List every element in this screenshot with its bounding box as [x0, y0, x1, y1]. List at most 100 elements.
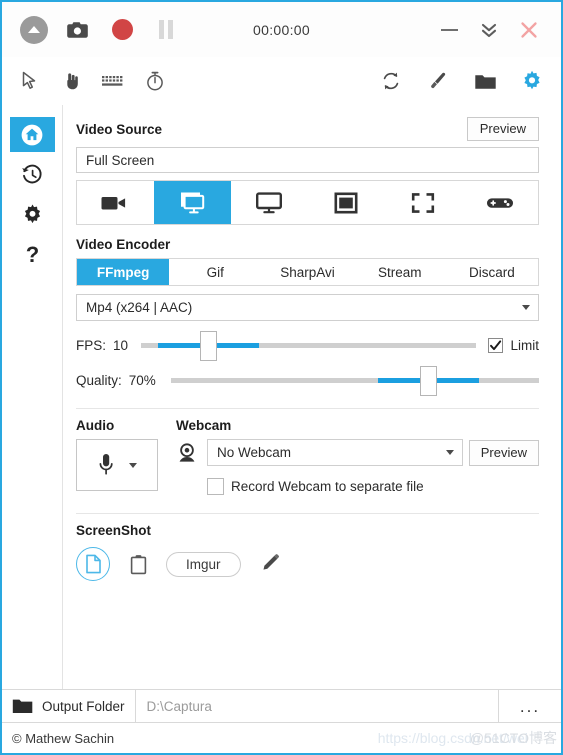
- chevron-down-icon: [445, 450, 454, 455]
- pause-button[interactable]: [144, 10, 188, 50]
- quality-slider-thumb[interactable]: [419, 365, 437, 396]
- window-icon: [334, 191, 358, 213]
- video-source-mode-bar: [76, 180, 539, 225]
- webcam-separate-file-checkbox[interactable]: [207, 478, 224, 495]
- refresh-arrows-icon: [383, 72, 399, 90]
- encoder-tab-discard[interactable]: Discard: [446, 259, 538, 285]
- main-toolbar: [2, 57, 561, 105]
- cursor-icon[interactable]: [16, 68, 42, 94]
- watermark: https://blog.csdn.net/wei@51CTO博客: [378, 728, 557, 748]
- record-dot-icon: [111, 19, 133, 40]
- chevron-up-circle-icon: [20, 15, 48, 44]
- keystrokes-icon[interactable]: [100, 68, 126, 94]
- webcam-separate-file-row: Record Webcam to separate file: [207, 478, 539, 495]
- encoder-tab-sharpavi[interactable]: SharpAvi: [261, 259, 353, 285]
- region-crop-icon: [411, 192, 434, 213]
- quality-row: Quality: 70%: [76, 365, 539, 396]
- screenshot-imgur-button[interactable]: Imgur: [166, 551, 241, 577]
- gear-icon[interactable]: [519, 68, 545, 94]
- fps-slider[interactable]: [141, 330, 477, 361]
- fps-slider-thumb[interactable]: [199, 330, 217, 361]
- close-button[interactable]: [509, 10, 549, 50]
- folder-icon[interactable]: [472, 68, 498, 94]
- video-source-value[interactable]: Full Screen: [76, 147, 539, 173]
- pause-icon: [159, 20, 173, 39]
- video-encoder-tabs: FFmpeg Gif SharpAvi Stream Discard: [76, 258, 539, 286]
- source-mode-region[interactable]: [384, 181, 461, 224]
- source-mode-video-device[interactable]: [77, 181, 154, 224]
- sidebar-item-about[interactable]: ?: [10, 237, 55, 272]
- webcam-preview-button[interactable]: Preview: [468, 439, 539, 466]
- minimize-to-tray-button[interactable]: [469, 10, 509, 50]
- encoder-tab-stream[interactable]: Stream: [354, 259, 446, 285]
- double-chevron-down-icon: [481, 23, 497, 37]
- folder-icon: [12, 699, 33, 713]
- fps-value: 10: [113, 338, 129, 353]
- minimize-button[interactable]: [429, 10, 469, 50]
- source-mode-desktop-duplication[interactable]: [153, 181, 231, 224]
- output-folder-button[interactable]: Output Folder: [2, 690, 136, 722]
- record-button[interactable]: [100, 10, 144, 50]
- divider-screenshot: [76, 513, 539, 514]
- title-bar-actions: [2, 10, 188, 50]
- close-icon: [521, 21, 537, 38]
- webcam-select-row: No Webcam Preview: [176, 439, 539, 466]
- output-folder-label: Output Folder: [42, 698, 125, 714]
- sidebar-item-settings[interactable]: [10, 197, 55, 232]
- webcam-select[interactable]: No Webcam: [207, 439, 463, 466]
- toolbar-left-group: [2, 68, 168, 94]
- timer-icon[interactable]: [142, 68, 168, 94]
- camera-icon: [67, 21, 88, 38]
- output-folder-bar: Output Folder D:\Captura ...: [2, 689, 561, 723]
- collapse-button[interactable]: [12, 10, 56, 50]
- paint-brush-icon: [431, 72, 446, 89]
- webcam-section: Webcam No Webcam Preview Record Webcam t…: [176, 418, 539, 495]
- refresh-icon[interactable]: [378, 68, 404, 94]
- keyboard-icon: [102, 76, 123, 86]
- sidebar-item-home[interactable]: [9, 117, 55, 152]
- video-source-header: Video Source Preview: [76, 117, 539, 141]
- file-icon: [85, 554, 101, 574]
- video-encoder-title: Video Encoder: [76, 237, 171, 252]
- quality-value: 70%: [128, 373, 156, 388]
- status-bar: © Mathew Sachin https://blog.csdn.net/we…: [2, 723, 561, 753]
- fps-limit-label: Limit: [510, 338, 539, 353]
- fps-limit-checkbox[interactable]: [488, 338, 504, 353]
- video-encoder-header: Video Encoder: [76, 237, 539, 252]
- source-mode-game[interactable]: [461, 181, 538, 224]
- home-icon: [21, 124, 43, 145]
- encoder-format-select[interactable]: Mp4 (x264 | AAC): [76, 294, 539, 321]
- audio-webcam-area: Audio Webcam No Webcam Preview Record We…: [76, 418, 539, 495]
- screenshot-edit-button[interactable]: [255, 550, 283, 578]
- chevron-down-icon: [128, 462, 137, 468]
- title-bar: 00:00:00: [2, 2, 561, 57]
- output-folder-path[interactable]: D:\Captura: [136, 690, 498, 722]
- pencil-icon: [263, 554, 279, 570]
- screenshot-button[interactable]: [56, 10, 100, 50]
- microphone-icon: [99, 454, 113, 475]
- video-source-preview-button[interactable]: Preview: [466, 117, 539, 141]
- settings-gear-icon: [524, 70, 540, 90]
- screenshot-copy-to-clipboard-button[interactable]: [124, 550, 152, 578]
- fps-limit-group: Limit: [488, 338, 539, 353]
- quality-slider-fill-right: [436, 378, 479, 383]
- encoder-tab-ffmpeg[interactable]: FFmpeg: [77, 259, 170, 285]
- webcam-title: Webcam: [176, 418, 232, 433]
- audio-title: Audio: [76, 418, 115, 433]
- quality-slider[interactable]: [170, 365, 539, 396]
- encoder-tab-gif[interactable]: Gif: [169, 259, 261, 285]
- output-folder-more-button[interactable]: ...: [498, 690, 561, 722]
- screenshot-save-to-disk-button[interactable]: [76, 547, 110, 581]
- folder-glyph-icon: [474, 74, 496, 89]
- stopwatch-icon: [147, 71, 163, 91]
- watermark-url: https://blog.csdn.net/wei: [377, 730, 528, 746]
- audio-device-button[interactable]: [76, 439, 158, 491]
- fps-label: FPS:: [76, 338, 107, 353]
- brush-icon[interactable]: [425, 68, 451, 94]
- clicks-icon[interactable]: [58, 68, 84, 94]
- desktop-duplication-icon: [181, 192, 205, 213]
- window-body: ? Video Source Preview Full Screen Video…: [2, 105, 561, 689]
- source-mode-window[interactable]: [307, 181, 384, 224]
- sidebar-item-history[interactable]: [10, 157, 55, 192]
- source-mode-screen[interactable]: [231, 181, 308, 224]
